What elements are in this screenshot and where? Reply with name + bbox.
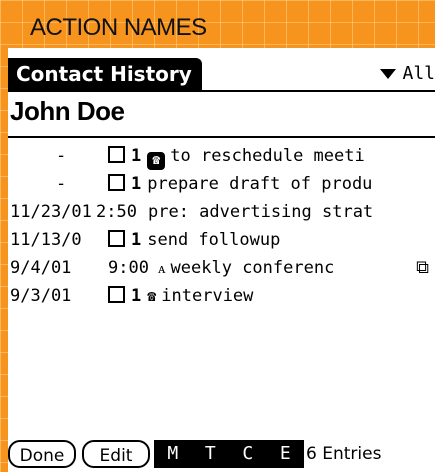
type-filters: M T C E (154, 440, 304, 468)
row-time: 2:50 (96, 202, 137, 222)
telephone-icon: ☎ (147, 287, 157, 305)
section-title: ACTION NAMES (30, 14, 207, 41)
todo-checkbox[interactable] (108, 230, 125, 247)
contact-name: John Doe (10, 96, 125, 126)
row-date: 11/23/01 (10, 202, 92, 222)
edit-button[interactable]: Edit (82, 440, 150, 468)
phone-badge-icon: ☎ (147, 152, 166, 170)
row-text: interview (161, 286, 254, 306)
todo-checkbox[interactable] (108, 146, 125, 163)
dropdown-triangle-icon (380, 69, 397, 79)
row-text: prepare draft of produ (147, 174, 373, 194)
list-item[interactable]: 11/23/01 2:50 pre: advertising strat (8, 198, 435, 226)
row-text: weekly conferenc (170, 258, 335, 278)
done-button[interactable]: Done (8, 440, 76, 468)
priority: 1 (131, 174, 142, 194)
divider (8, 136, 435, 138)
row-text: send followup (147, 230, 281, 250)
priority: 1 (131, 286, 142, 306)
filter-meeting[interactable]: M (154, 440, 192, 468)
list-item[interactable]: 9/3/01 1 ☎ interview (8, 282, 435, 310)
row-text: to reschedule meeti (170, 146, 365, 166)
history-list: - 1 ☎ to reschedule meeti - 1 prepare draft… (8, 142, 435, 310)
entries-count: 6 Entries (306, 444, 382, 464)
list-item[interactable]: - 1 ☎ to reschedule meeti (8, 142, 435, 170)
category-label: All (402, 63, 435, 84)
list-item[interactable]: 11/13/0 1 send followup (8, 226, 435, 254)
bottom-toolbar: Done Edit M T C E 6 Entries (8, 436, 435, 472)
category-dropdown[interactable]: All (380, 58, 435, 90)
row-date: 11/13/0 (10, 230, 82, 250)
meeting-icon: ᴀ (158, 259, 166, 277)
device-screen: Contact History All John Doe - 1 ☎ to resc… (8, 48, 435, 472)
row-text: pre: advertising strat (148, 202, 374, 222)
filter-call[interactable]: C (229, 440, 267, 468)
priority: 1 (131, 146, 142, 166)
todo-checkbox[interactable] (108, 174, 125, 191)
app-title: Contact History (8, 58, 202, 90)
note-icon[interactable]: ⧉ (416, 254, 429, 282)
list-item[interactable]: 9/4/01 9:00 ᴀ weekly conferenc ⧉ (8, 254, 435, 282)
title-bar: Contact History All (8, 58, 435, 92)
row-date: 9/4/01 (10, 258, 72, 278)
priority: 1 (131, 230, 142, 250)
filter-email[interactable]: E (267, 440, 305, 468)
list-item[interactable]: - 1 prepare draft of produ (8, 170, 435, 198)
todo-checkbox[interactable] (108, 286, 125, 303)
row-date: 9/3/01 (10, 286, 72, 306)
filter-todo[interactable]: T (192, 440, 230, 468)
